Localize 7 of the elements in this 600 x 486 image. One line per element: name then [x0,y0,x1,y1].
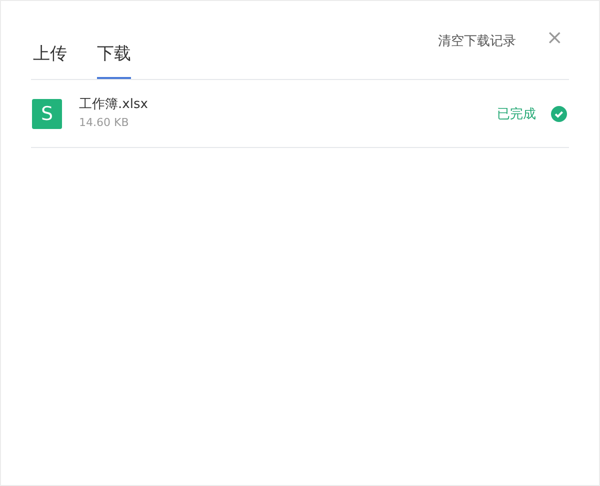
status-label: 已完成 [497,106,536,122]
tab[interactable]: 下载 [97,1,131,79]
spreadsheet-file-icon: S [32,98,62,128]
file-name: 工作簿.xlsx [79,96,148,112]
tab[interactable]: 上传 [33,1,67,79]
clear-history-button[interactable]: 清空下载记录 [438,32,516,50]
file-size: 14.60 KB [79,116,130,128]
